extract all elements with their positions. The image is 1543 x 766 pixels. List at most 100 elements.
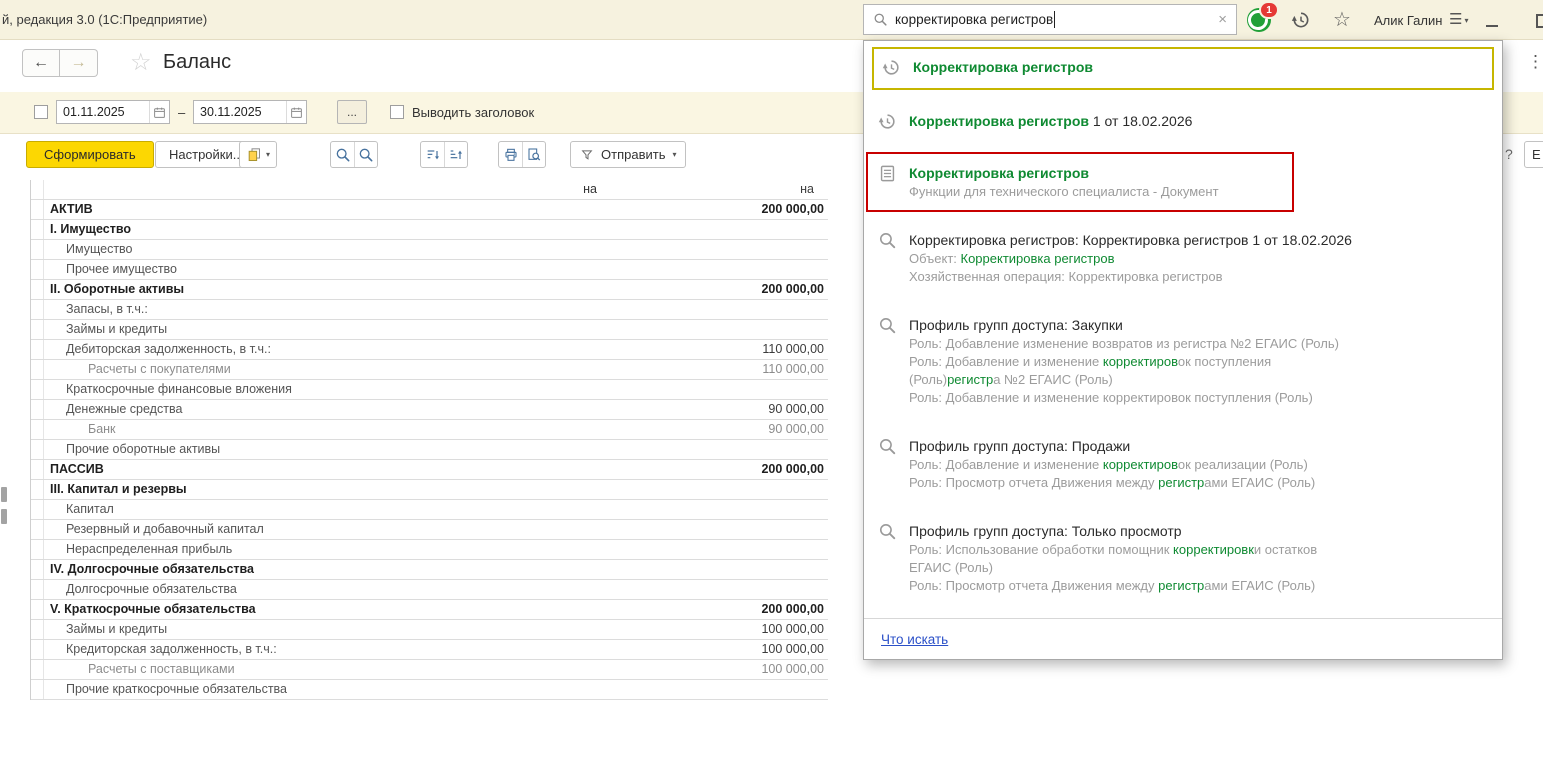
- table-row[interactable]: III. Капитал и резервы: [31, 480, 828, 500]
- date-to-value: 30.11.2025: [200, 105, 262, 119]
- search-result-item[interactable]: Корректировка регистров: Корректировка р…: [864, 222, 1502, 294]
- help-button[interactable]: ?: [1505, 146, 1513, 162]
- table-row[interactable]: Долгосрочные обязательства: [31, 580, 828, 600]
- show-header-checkbox[interactable]: [390, 105, 404, 119]
- more-button-partial[interactable]: Е: [1524, 141, 1543, 168]
- row-label: IV. Долгосрочные обязательства: [44, 560, 435, 579]
- result-detail-line: Роль: Просмотр отчета Движения между рег…: [909, 474, 1315, 492]
- table-row[interactable]: Дебиторская задолженность, в т.ч.: 110 0…: [31, 340, 828, 360]
- table-group-column: [31, 220, 44, 239]
- restore-window-button[interactable]: [1536, 14, 1543, 28]
- table-row[interactable]: Расчеты с покупателями 110 000,00: [31, 360, 828, 380]
- clear-search-icon[interactable]: ×: [1218, 11, 1227, 28]
- row-label: Займы и кредиты: [44, 320, 435, 339]
- search-result-item[interactable]: Корректировка регистровФункции для техни…: [864, 155, 1502, 209]
- table-row[interactable]: АКТИВ 200 000,00: [31, 200, 828, 220]
- row-value: 110 000,00: [600, 360, 828, 379]
- table-row[interactable]: I. Имущество: [31, 220, 828, 240]
- table-row[interactable]: Краткосрочные финансовые вложения: [31, 380, 828, 400]
- table-group-column: [31, 200, 44, 219]
- result-title: Корректировка регистров: Корректировка р…: [909, 230, 1352, 250]
- table-row[interactable]: Прочие оборотные активы: [31, 440, 828, 460]
- table-row[interactable]: ПАССИВ 200 000,00: [31, 460, 828, 480]
- collapse-groups-button[interactable]: [444, 142, 467, 167]
- search-result-item[interactable]: Профиль групп доступа: ПродажиРоль: Доба…: [864, 428, 1502, 500]
- back-button[interactable]: ←: [22, 49, 60, 77]
- table-row[interactable]: II. Оборотные активы 200 000,00: [31, 280, 828, 300]
- table-header-row: на на: [31, 180, 828, 200]
- date-to-input[interactable]: 30.11.2025: [193, 100, 307, 124]
- table-row[interactable]: Банк 90 000,00: [31, 420, 828, 440]
- table-row[interactable]: Займы и кредиты: [31, 320, 828, 340]
- send-button[interactable]: Отправить ▾: [570, 141, 686, 168]
- more-menu-icon[interactable]: ⋮: [1527, 52, 1543, 72]
- row-value-col1: [435, 540, 600, 559]
- row-value: [600, 240, 828, 259]
- favorites-star-icon[interactable]: ☆: [1333, 7, 1351, 32]
- hamburger-icon: ☰: [1449, 12, 1462, 28]
- expand-groups-button[interactable]: [421, 142, 444, 167]
- row-value: 200 000,00: [600, 200, 828, 219]
- table-row[interactable]: Имущество: [31, 240, 828, 260]
- global-search-input[interactable]: корректировка регистров ×: [863, 4, 1237, 35]
- what-to-search-link[interactable]: Что искать: [881, 632, 948, 647]
- favorite-toggle-star-icon[interactable]: ☆: [130, 48, 152, 77]
- forward-button[interactable]: →: [60, 49, 98, 77]
- table-row[interactable]: Резервный и добавочный капитал: [31, 520, 828, 540]
- table-row[interactable]: Прочие краткосрочные обязательства: [31, 680, 828, 700]
- main-menu-icon[interactable]: ☰ ▾: [1449, 12, 1468, 28]
- generate-button[interactable]: Сформировать: [26, 141, 154, 168]
- report-variants-button[interactable]: ▾: [239, 141, 277, 168]
- docked-panel-tab[interactable]: [1, 487, 7, 502]
- result-detail-line: Роль: Добавление и изменение корректиров…: [909, 456, 1315, 474]
- table-row[interactable]: Запасы, в т.ч.:: [31, 300, 828, 320]
- find-button-group: [330, 141, 378, 168]
- table-row[interactable]: Прочее имущество: [31, 260, 828, 280]
- row-label: Банк: [44, 420, 435, 439]
- docked-panel-tab[interactable]: [1, 509, 7, 524]
- calendar-icon[interactable]: [149, 101, 169, 123]
- calendar-icon[interactable]: [286, 101, 306, 123]
- row-value-col1: [435, 560, 600, 579]
- row-value: [600, 680, 828, 699]
- row-value: 110 000,00: [600, 340, 828, 359]
- table-row[interactable]: Денежные средства 90 000,00: [31, 400, 828, 420]
- search-icon: [878, 231, 898, 286]
- 1c-service-icon[interactable]: 1: [1246, 7, 1272, 33]
- print-preview-button[interactable]: [522, 142, 545, 167]
- date-from-value: 01.11.2025: [63, 105, 125, 119]
- search-text[interactable]: корректировка регистров: [895, 12, 1053, 27]
- table-row[interactable]: Расчеты с поставщиками 100 000,00: [31, 660, 828, 680]
- search-result-item[interactable]: Профиль групп доступа: ЗакупкиРоль: Доба…: [864, 307, 1502, 415]
- table-row[interactable]: Займы и кредиты 100 000,00: [31, 620, 828, 640]
- row-value-col1: [435, 360, 600, 379]
- find-button[interactable]: [331, 142, 354, 167]
- search-result-item[interactable]: Корректировка регистров: [872, 47, 1494, 90]
- date-from-input[interactable]: 01.11.2025: [56, 100, 170, 124]
- print-button[interactable]: [499, 142, 522, 167]
- table-row[interactable]: Капитал: [31, 500, 828, 520]
- row-value-col1: [435, 680, 600, 699]
- result-detail-line: Функции для технического специалиста - Д…: [909, 183, 1219, 201]
- table-row[interactable]: V. Краткосрочные обязательства 200 000,0…: [31, 600, 828, 620]
- row-value: [600, 560, 828, 579]
- row-value-col1: [435, 300, 600, 319]
- window-titlebar: й, редакция 3.0 (1С:Предприятие) коррект…: [0, 0, 1543, 40]
- find-next-button[interactable]: [354, 142, 377, 167]
- search-result-item[interactable]: Корректировка регистров 1 от 18.02.2026: [864, 103, 1502, 142]
- search-result-item[interactable]: Профиль групп доступа: Только просмотрРо…: [864, 513, 1502, 603]
- table-row[interactable]: Нераспределенная прибыль: [31, 540, 828, 560]
- period-more-button[interactable]: ...: [337, 100, 367, 124]
- row-value-col1: [435, 480, 600, 499]
- minimize-button[interactable]: [1486, 25, 1498, 27]
- row-value: [600, 520, 828, 539]
- result-detail-line: Роль: Использование обработки помощник к…: [909, 541, 1317, 559]
- table-row[interactable]: Кредиторская задолженность, в т.ч.: 100 …: [31, 640, 828, 660]
- table-row[interactable]: IV. Долгосрочные обязательства: [31, 560, 828, 580]
- user-name[interactable]: Алик Галин: [1374, 13, 1442, 28]
- table-group-column: [31, 440, 44, 459]
- period-checkbox[interactable]: [34, 105, 48, 119]
- grouping-button-group: [420, 141, 468, 168]
- row-value-col1: [435, 620, 600, 639]
- history-icon[interactable]: [1291, 10, 1311, 30]
